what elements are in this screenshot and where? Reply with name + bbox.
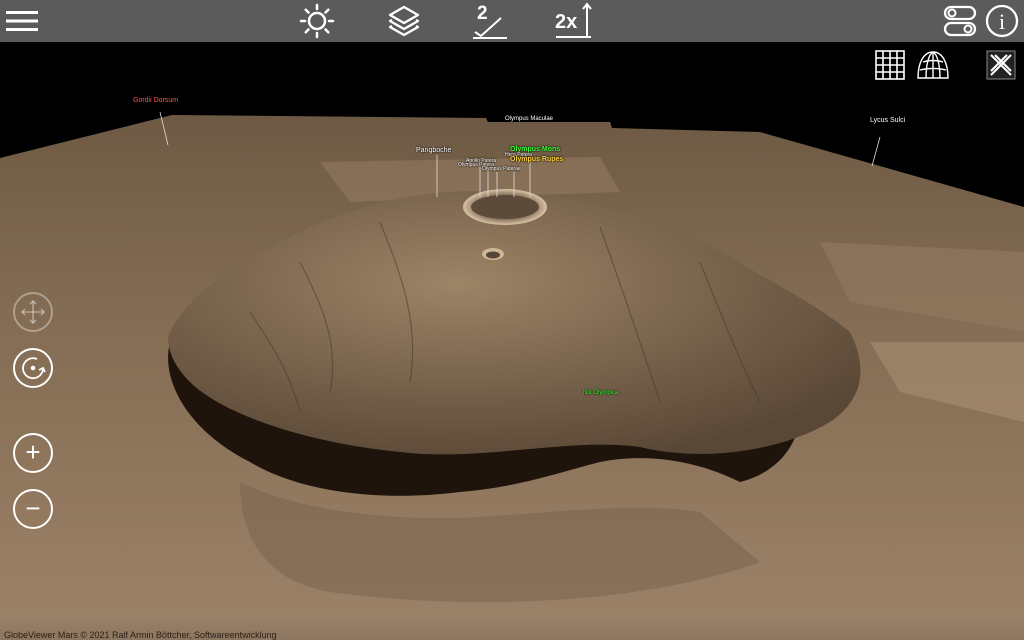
menu-button[interactable]: [2, 2, 42, 40]
map-3d-viewport[interactable]: Gordii Dorsum Olympus Maculae Lycus Sulc…: [0, 42, 1024, 614]
plus-icon: +: [25, 437, 41, 467]
map-label-olympus-rupes[interactable]: Olympus Rupes: [510, 156, 563, 163]
info-button[interactable]: i: [982, 2, 1022, 40]
minus-icon: −: [25, 493, 41, 523]
grid-toggle-button[interactable]: [873, 48, 907, 82]
layers-button[interactable]: [384, 2, 424, 40]
pan-button[interactable]: [13, 292, 53, 332]
toggle-switches-icon: [943, 5, 977, 37]
globe-grid-button[interactable]: [916, 48, 950, 82]
elevation-button[interactable]: 2: [470, 2, 510, 40]
elevation-2-icon: 2: [473, 3, 507, 39]
close-3d-icon: [986, 50, 1016, 80]
pan-arrows-icon: [20, 299, 46, 325]
rotate-button[interactable]: [13, 348, 53, 388]
map-label-lycus-sulci[interactable]: Lycus Sulci: [870, 117, 905, 124]
layers-icon: [388, 5, 420, 37]
info-icon: i: [985, 4, 1019, 38]
globe-grid-icon: [917, 51, 949, 79]
zoom-2x-icon: 2x: [555, 2, 592, 38]
zoom-out-button[interactable]: −: [13, 489, 53, 529]
rotate-icon: [22, 357, 46, 380]
map-label-nix-olympica[interactable]: Nix Olympica: [583, 390, 618, 396]
map-label-olympus-maculae[interactable]: Olympus Maculae: [505, 116, 553, 122]
settings-button[interactable]: [940, 2, 980, 40]
mars-terrain-render: [0, 111, 1024, 614]
exit-3d-button[interactable]: [984, 48, 1018, 82]
hamburger-menu-icon: [6, 11, 38, 31]
zoom-2x-button[interactable]: 2x: [554, 2, 594, 40]
map-label-gordii-dorsum[interactable]: Gordii Dorsum: [133, 97, 178, 104]
zoom-2x-label: 2x: [555, 11, 577, 33]
footer-bar: GlobeViewer Mars © 2021 Ralf Armin Böttc…: [0, 614, 1024, 640]
grid-icon: [875, 50, 905, 80]
copyright-text: GlobeViewer Mars © 2021 Ralf Armin Böttc…: [4, 630, 277, 640]
info-label: i: [999, 9, 1005, 34]
map-label-pangboche[interactable]: Pangboche: [416, 147, 451, 154]
top-toolbar: 2 2x i: [0, 0, 1024, 42]
elevation-label: 2: [477, 3, 488, 24]
brightness-button[interactable]: [297, 2, 337, 40]
sun-icon: [299, 3, 335, 39]
map-label-olympus-paterae[interactable]: Olympus Paterae: [482, 166, 521, 172]
zoom-in-button[interactable]: +: [13, 433, 53, 473]
